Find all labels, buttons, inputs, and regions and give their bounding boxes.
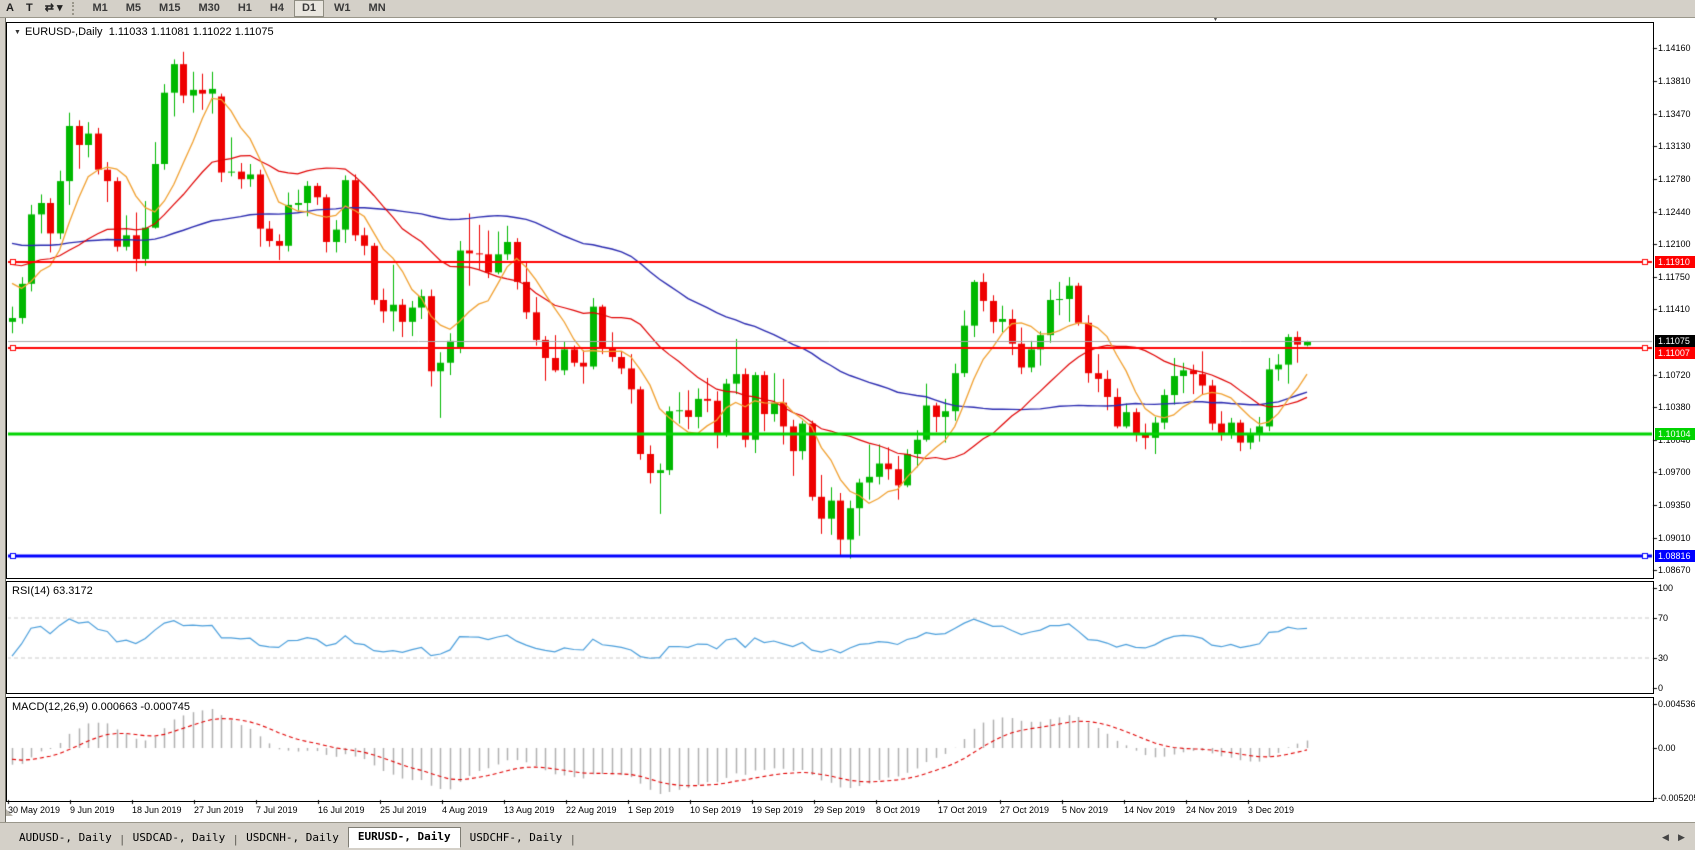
collapse-icon[interactable]: ▼ bbox=[14, 29, 21, 36]
tab-usdcad[interactable]: USDCAD-, Daily bbox=[124, 829, 235, 848]
timeframe-button-m1[interactable]: M1 bbox=[84, 0, 115, 17]
price-tick-label: 1.13810 bbox=[1658, 76, 1691, 86]
date-label: 3 Dec 2019 bbox=[1248, 805, 1294, 815]
tab-usdchf[interactable]: USDCHF-, Daily bbox=[461, 829, 572, 848]
arrow-tool-icon[interactable]: A bbox=[0, 1, 20, 16]
price-tick-label: 1.14160 bbox=[1658, 43, 1691, 53]
date-label: 7 Jul 2019 bbox=[256, 805, 298, 815]
timeframe-button-m5[interactable]: M5 bbox=[118, 0, 149, 17]
tab-scroll-left-button[interactable]: ◀ bbox=[1662, 832, 1669, 843]
chart-canvas[interactable] bbox=[0, 0, 1695, 850]
rsi-title: RSI(14) 63.3172 bbox=[12, 585, 93, 597]
arrows-dropdown-icon[interactable]: ⇄ ▾ bbox=[39, 1, 69, 16]
price-tick-label: 1.10720 bbox=[1658, 370, 1691, 380]
macd-tick-label: 0.004536 bbox=[1658, 699, 1695, 709]
price-tick-label: 1.11410 bbox=[1658, 304, 1690, 314]
tab-separator: | bbox=[571, 834, 574, 846]
date-label: 13 Aug 2019 bbox=[504, 805, 555, 815]
hline-price-tag[interactable]: 1.08816 bbox=[1655, 550, 1695, 562]
price-tick-label: 1.09010 bbox=[1658, 533, 1691, 543]
window-left-border bbox=[0, 18, 6, 850]
date-label: 18 Jun 2019 bbox=[132, 805, 182, 815]
chart-title: ▼ EURUSD-,Daily 1.11033 1.11081 1.11022 1… bbox=[14, 26, 274, 38]
date-label: 10 Sep 2019 bbox=[690, 805, 741, 815]
timeframe-button-h4[interactable]: H4 bbox=[262, 0, 292, 17]
rsi-level-label: 30 bbox=[1658, 653, 1668, 663]
timeframe-button-mn[interactable]: MN bbox=[361, 0, 394, 17]
price-tick-label: 1.12440 bbox=[1658, 207, 1691, 217]
date-label: 9 Jun 2019 bbox=[70, 805, 115, 815]
price-tick-label: 1.09350 bbox=[1658, 500, 1691, 510]
price-tick-label: 1.10380 bbox=[1658, 402, 1691, 412]
price-tick-label: 1.09700 bbox=[1658, 467, 1691, 477]
hline-price-tag[interactable]: 1.11007 bbox=[1655, 347, 1695, 359]
price-tick-label: 1.08670 bbox=[1658, 565, 1691, 575]
macd-tick-label: 0.00 bbox=[1658, 743, 1676, 753]
timeframe-button-d1[interactable]: D1 bbox=[294, 0, 324, 17]
timeframe-button-m15[interactable]: M15 bbox=[151, 0, 188, 17]
rsi-level-label: 100 bbox=[1658, 583, 1673, 593]
date-label: 8 Oct 2019 bbox=[876, 805, 920, 815]
date-label: 29 Sep 2019 bbox=[814, 805, 865, 815]
price-tick-label: 1.13470 bbox=[1658, 109, 1691, 119]
date-label: 14 Nov 2019 bbox=[1124, 805, 1175, 815]
date-label: 16 Jul 2019 bbox=[318, 805, 365, 815]
tab-eurusd[interactable]: EURUSD-, Daily bbox=[348, 827, 461, 848]
date-label: 19 Sep 2019 bbox=[752, 805, 803, 815]
rsi-level-label: 0 bbox=[1658, 683, 1663, 693]
chart-title-ohlc: 1.11033 1.11081 1.11022 1.11075 bbox=[109, 26, 274, 38]
date-label: 5 Nov 2019 bbox=[1062, 805, 1108, 815]
price-tick-label: 1.13130 bbox=[1658, 141, 1691, 151]
price-tick-label: 1.11750 bbox=[1658, 272, 1690, 282]
text-tool-icon[interactable]: T bbox=[20, 1, 39, 16]
toolbar-separator bbox=[72, 2, 79, 15]
timeframe-button-m30[interactable]: M30 bbox=[190, 0, 227, 17]
hline-price-tag[interactable]: 1.11910 bbox=[1655, 256, 1695, 268]
tab-audusd[interactable]: AUDUSD-, Daily bbox=[10, 829, 121, 848]
macd-title: MACD(12,26,9) 0.000663 -0.000745 bbox=[12, 701, 190, 713]
timeframe-button-h1[interactable]: H1 bbox=[230, 0, 260, 17]
current-price-tag: 1.11075 bbox=[1655, 335, 1695, 347]
symbol-tab-bar: AUDUSD-, Daily|USDCAD-, Daily|USDCNH-, D… bbox=[0, 822, 1695, 850]
date-label: 17 Oct 2019 bbox=[938, 805, 987, 815]
tab-usdcnh[interactable]: USDCNH-, Daily bbox=[237, 829, 348, 848]
date-label: 4 Aug 2019 bbox=[442, 805, 488, 815]
chart-title-symbol: EURUSD-,Daily bbox=[25, 26, 103, 38]
date-label: 30 May 2019 bbox=[8, 805, 60, 815]
price-tick-label: 1.12100 bbox=[1658, 239, 1691, 249]
date-label: 27 Jun 2019 bbox=[194, 805, 244, 815]
date-label: 24 Nov 2019 bbox=[1186, 805, 1237, 815]
top-toolbar: AT⇄ ▾ M1M5M15M30H1H4D1W1MN bbox=[0, 0, 1695, 18]
date-label: 22 Aug 2019 bbox=[566, 805, 617, 815]
date-label: 1 Sep 2019 bbox=[628, 805, 674, 815]
tab-scroll-right-button[interactable]: ▶ bbox=[1678, 832, 1685, 843]
date-label: 27 Oct 2019 bbox=[1000, 805, 1049, 815]
date-label: 25 Jul 2019 bbox=[380, 805, 427, 815]
timeframe-button-w1[interactable]: W1 bbox=[326, 0, 359, 17]
hline-price-tag[interactable]: 1.10104 bbox=[1655, 428, 1695, 440]
rsi-level-label: 70 bbox=[1658, 613, 1668, 623]
macd-tick-label: -0.005205 bbox=[1658, 793, 1695, 803]
price-tick-label: 1.12780 bbox=[1658, 174, 1691, 184]
